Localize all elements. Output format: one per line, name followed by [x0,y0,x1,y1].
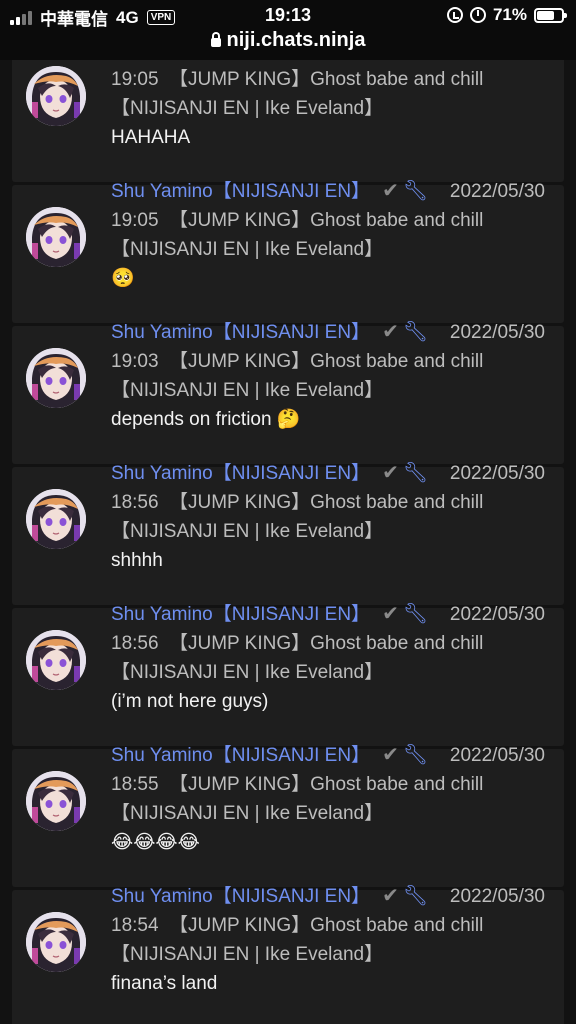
stream-subtitle[interactable]: 【NIJISANJI EN | Ike Eveland】 [111,517,383,546]
stream-title[interactable]: 【JUMP KING】Ghost babe and chill [169,210,483,231]
checkmark-icon: ✔ [382,744,399,766]
author-line: Shu Yamino【NIJISANJI EN】 ✔🔧︎ 2022/05/30 [111,600,551,629]
message-date: 2022/05/30 [449,181,545,202]
chat-message: Shu Yamino【NIJISANJI EN】 ✔🔧︎ 2022/05/30 1… [12,180,564,323]
wrench-icon: 🔧︎ [402,321,429,343]
alarm-icon [469,7,486,23]
wrench-icon: 🔧︎ [402,180,429,202]
stream-info-line: 19:05 【JUMP KING】Ghost babe and chill [111,65,483,94]
author-line: Shu Yamino【NIJISANJI EN】 ✔🔧︎ 2022/05/30 [111,318,551,347]
stream-info-line: 19:05 【JUMP KING】Ghost babe and chill [111,206,483,235]
avatar[interactable] [26,771,86,831]
chat-message: Shu Yamino【NIJISANJI EN】 ✔🔧︎ 2022/05/30 1… [12,603,564,746]
url-text: niji.chats.ninja [226,29,366,51]
message-date: 2022/05/30 [449,886,545,907]
message-text: finana’s land [111,973,218,994]
message-time: 19:05 [111,69,159,90]
url-bar[interactable]: niji.chats.ninja [0,29,576,52]
wrench-icon: 🔧︎ [402,603,429,625]
message-time: 18:56 [111,492,159,513]
stream-title[interactable]: 【JUMP KING】Ghost babe and chill [169,351,483,372]
message-time: 18:55 [111,774,159,795]
chat-message: Shu Yamino【NIJISANJI EN】 ✔🔧︎ 2022/05/30 1… [12,462,564,605]
stream-title[interactable]: 【JUMP KING】Ghost babe and chill [169,915,483,936]
author-line: Shu Yamino【NIJISANJI EN】 ✔🔧︎ 2022/05/30 [111,459,551,488]
stream-subtitle[interactable]: 【NIJISANJI EN | Ike Eveland】 [111,94,383,123]
status-bar: 中華電信 4G VPN 19:13 71% niji.chats.ninja [0,0,576,60]
checkmark-icon: ✔ [382,603,399,625]
battery-percent: 71% [492,5,527,24]
author-line: Shu Yamino【NIJISANJI EN】 ✔🔧︎ 2022/05/30 [111,741,551,770]
chat-message: Shu Yamino【NIJISANJI EN】✔🔧︎ 2022/05/30 1… [12,60,564,182]
stream-info-line: 18:56 【JUMP KING】Ghost babe and chill [111,629,483,658]
chat-list[interactable]: Shu Yamino【NIJISANJI EN】✔🔧︎ 2022/05/30 1… [0,60,576,1024]
message-text: shhhh [111,550,163,571]
chat-message: Shu Yamino【NIJISANJI EN】 ✔🔧︎ 2022/05/30 1… [12,744,564,887]
author-name[interactable]: Shu Yamino【NIJISANJI EN】 [111,181,370,202]
stream-title[interactable]: 【JUMP KING】Ghost babe and chill [169,69,483,90]
message-time: 19:05 [111,210,159,231]
message-date: 2022/05/30 [449,322,545,343]
wrench-icon: 🔧︎ [402,885,429,907]
stream-subtitle[interactable]: 【NIJISANJI EN | Ike Eveland】 [111,799,383,828]
stream-title[interactable]: 【JUMP KING】Ghost babe and chill [169,492,483,513]
message-text: depends on friction 🤔 [111,409,301,430]
author-name[interactable]: Shu Yamino【NIJISANJI EN】 [111,463,370,484]
message-time: 19:03 [111,351,159,372]
stream-info-line: 18:56 【JUMP KING】Ghost babe and chill [111,488,483,517]
battery-icon [534,7,567,23]
message-text: HAHAHA [111,127,191,148]
author-line: Shu Yamino【NIJISANJI EN】 ✔🔧︎ 2022/05/30 [111,177,551,206]
stream-subtitle[interactable]: 【NIJISANJI EN | Ike Eveland】 [111,658,383,687]
author-line: Shu Yamino【NIJISANJI EN】 ✔🔧︎ 2022/05/30 [111,882,551,911]
avatar[interactable] [26,66,86,126]
avatar[interactable] [26,348,86,408]
message-text: (i’m not here guys) [111,691,269,712]
checkmark-icon: ✔ [382,321,399,343]
lock-icon [210,32,221,47]
avatar[interactable] [26,489,86,549]
stream-subtitle[interactable]: 【NIJISANJI EN | Ike Eveland】 [111,376,383,405]
message-date: 2022/05/30 [449,604,545,625]
orientation-lock-icon [446,7,463,23]
avatar[interactable] [26,207,86,267]
message-text: 😂😂😂😂 [111,832,200,853]
stream-title[interactable]: 【JUMP KING】Ghost babe and chill [169,633,483,654]
message-time: 18:54 [111,915,159,936]
message-date: 2022/05/30 [449,463,545,484]
stream-info-line: 18:55 【JUMP KING】Ghost babe and chill [111,770,483,799]
chat-message: Shu Yamino【NIJISANJI EN】 ✔🔧︎ 2022/05/30 1… [12,885,564,1024]
message-date: 2022/05/30 [449,745,545,766]
status-right: 71% [446,5,567,25]
author-name[interactable]: Shu Yamino【NIJISANJI EN】 [111,60,370,61]
stream-subtitle[interactable]: 【NIJISANJI EN | Ike Eveland】 [111,940,383,969]
checkmark-icon: ✔ [382,885,399,907]
checkmark-icon: ✔ [382,462,399,484]
message-text: 🥺 [111,268,135,289]
message-time: 18:56 [111,633,159,654]
avatar[interactable] [26,912,86,972]
wrench-icon: 🔧︎ [402,462,429,484]
stream-info-line: 18:54 【JUMP KING】Ghost babe and chill [111,911,483,940]
checkmark-icon: ✔ [382,180,399,202]
author-name[interactable]: Shu Yamino【NIJISANJI EN】 [111,745,370,766]
author-name[interactable]: Shu Yamino【NIJISANJI EN】 [111,886,370,907]
stream-subtitle[interactable]: 【NIJISANJI EN | Ike Eveland】 [111,235,383,264]
author-name[interactable]: Shu Yamino【NIJISANJI EN】 [111,604,370,625]
wrench-icon: 🔧︎ [402,744,429,766]
chat-message: Shu Yamino【NIJISANJI EN】 ✔🔧︎ 2022/05/30 1… [12,321,564,464]
author-name[interactable]: Shu Yamino【NIJISANJI EN】 [111,322,370,343]
stream-info-line: 19:03 【JUMP KING】Ghost babe and chill [111,347,483,376]
stream-title[interactable]: 【JUMP KING】Ghost babe and chill [169,774,483,795]
avatar[interactable] [26,630,86,690]
